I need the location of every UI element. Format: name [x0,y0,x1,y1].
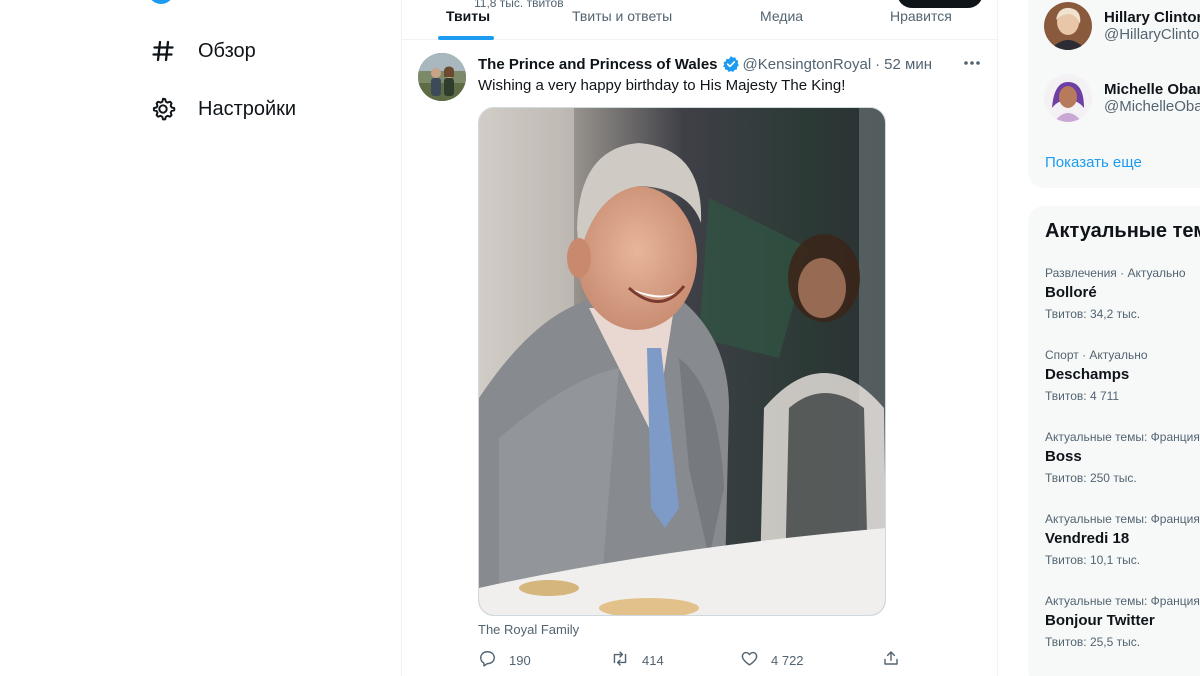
sidebar-item-label: Обзор [198,39,256,62]
reply-icon [478,649,497,671]
share-button[interactable] [882,649,900,670]
suggested-account-name: Hillary Clinton [1104,9,1200,26]
trend-item[interactable]: Актуальные темы: Франция Bonjour Twitter… [1045,594,1200,649]
trend-count: Твитов: 4 711 [1045,389,1120,403]
like-button[interactable]: 4 722 [740,649,804,671]
profile-tabs: Твиты Твиты и ответы Медиа Нравится [402,0,998,40]
trend-category: Актуальные темы: Франция [1045,512,1200,526]
trend-title: Vendredi 18 [1045,530,1130,547]
suggested-account-handle: @HillaryClinton [1104,26,1200,43]
author-name[interactable]: The Prince and Princess of Wales [478,56,718,73]
heart-icon [740,649,759,671]
who-to-follow-panel: Hillary Clinton @HillaryClinton Michelle… [1028,0,1200,188]
sidebar-item-label: Настройки [198,97,297,120]
verified-badge-icon [722,55,740,73]
trends-title: Актуальные темы [1045,220,1200,242]
tab-tweets-replies[interactable]: Твиты и ответы [572,8,672,24]
trend-item[interactable]: Развлечения · Актуально Bolloré Твитов: … [1045,266,1200,321]
sidebar-item-explore[interactable]: Обзор [150,38,256,64]
gear-icon [150,96,176,122]
left-sidebar: Обзор Настройки [0,0,401,676]
like-count: 4 722 [771,652,804,668]
right-sidebar: Hillary Clinton @HillaryClinton Michelle… [1028,0,1200,676]
active-tab-indicator [438,36,494,40]
reply-count: 190 [509,652,531,668]
trend-category: Актуальные темы: Франция [1045,594,1200,608]
share-icon [882,649,900,670]
more-options-icon[interactable] [962,53,982,73]
retweet-icon [610,649,630,671]
trend-title: Bolloré [1045,284,1097,301]
trend-title: Boss [1045,448,1082,465]
sidebar-item-settings[interactable]: Настройки [150,96,296,122]
trend-count: Твитов: 250 тыс. [1045,471,1137,485]
tab-tweets[interactable]: Твиты [446,8,490,24]
trend-category: Спорт · Актуально [1045,348,1148,362]
author-handle[interactable]: @KensingtonRoyal [743,56,872,73]
retweet-count: 414 [642,652,664,668]
reply-button[interactable]: 190 [478,649,531,671]
main-timeline: 11,8 тыс. твитов Твиты Твиты и ответы Ме… [401,0,998,676]
tweet[interactable]: The Prince and Princess of Wales @Kensin… [402,41,998,676]
tab-media[interactable]: Медиа [760,8,803,24]
separator-dot: · [875,55,881,73]
suggested-account-name: Michelle Obama [1104,81,1200,98]
suggested-account[interactable]: Hillary Clinton @HillaryClinton [1044,2,1200,50]
trend-item[interactable]: Актуальные темы: Франция Vendredi 18 Тви… [1045,512,1200,567]
tweet-header: The Prince and Princess of Wales @Kensin… [478,55,932,73]
suggested-account-handle: @MichelleObama [1104,98,1200,115]
twitter-logo-icon[interactable] [148,0,174,4]
avatar[interactable] [1044,74,1092,122]
trend-count: Твитов: 25,5 тыс. [1045,635,1141,649]
tab-likes[interactable]: Нравится [890,8,952,24]
trend-category: Актуальные темы: Франция [1045,430,1200,444]
retweet-button[interactable]: 414 [610,649,664,671]
show-more-link[interactable]: Показать еще [1045,154,1142,171]
tweet-timestamp[interactable]: 52 мин [884,56,932,73]
trends-panel: Актуальные темы Развлечения · Актуально … [1028,206,1200,676]
suggested-account[interactable]: Michelle Obama @MichelleObama [1044,74,1200,122]
tweet-photo[interactable] [478,107,886,616]
trend-item[interactable]: Спорт · Актуально Deschamps Твитов: 4 71… [1045,348,1200,403]
trend-category: Развлечения · Актуально [1045,266,1186,280]
hashtag-icon [150,38,176,64]
media-caption[interactable]: The Royal Family [478,622,579,637]
avatar[interactable] [418,53,466,101]
tweet-text: Wishing a very happy birthday to His Maj… [478,77,846,94]
avatar[interactable] [1044,2,1092,50]
trend-item[interactable]: Актуальные темы: Франция Boss Твитов: 25… [1045,430,1200,485]
trend-title: Deschamps [1045,366,1130,383]
tweet-actions: 190 414 4 722 [478,649,898,669]
trend-count: Твитов: 10,1 тыс. [1045,553,1141,567]
trend-title: Bonjour Twitter [1045,612,1155,629]
trend-count: Твитов: 34,2 тыс. [1045,307,1141,321]
